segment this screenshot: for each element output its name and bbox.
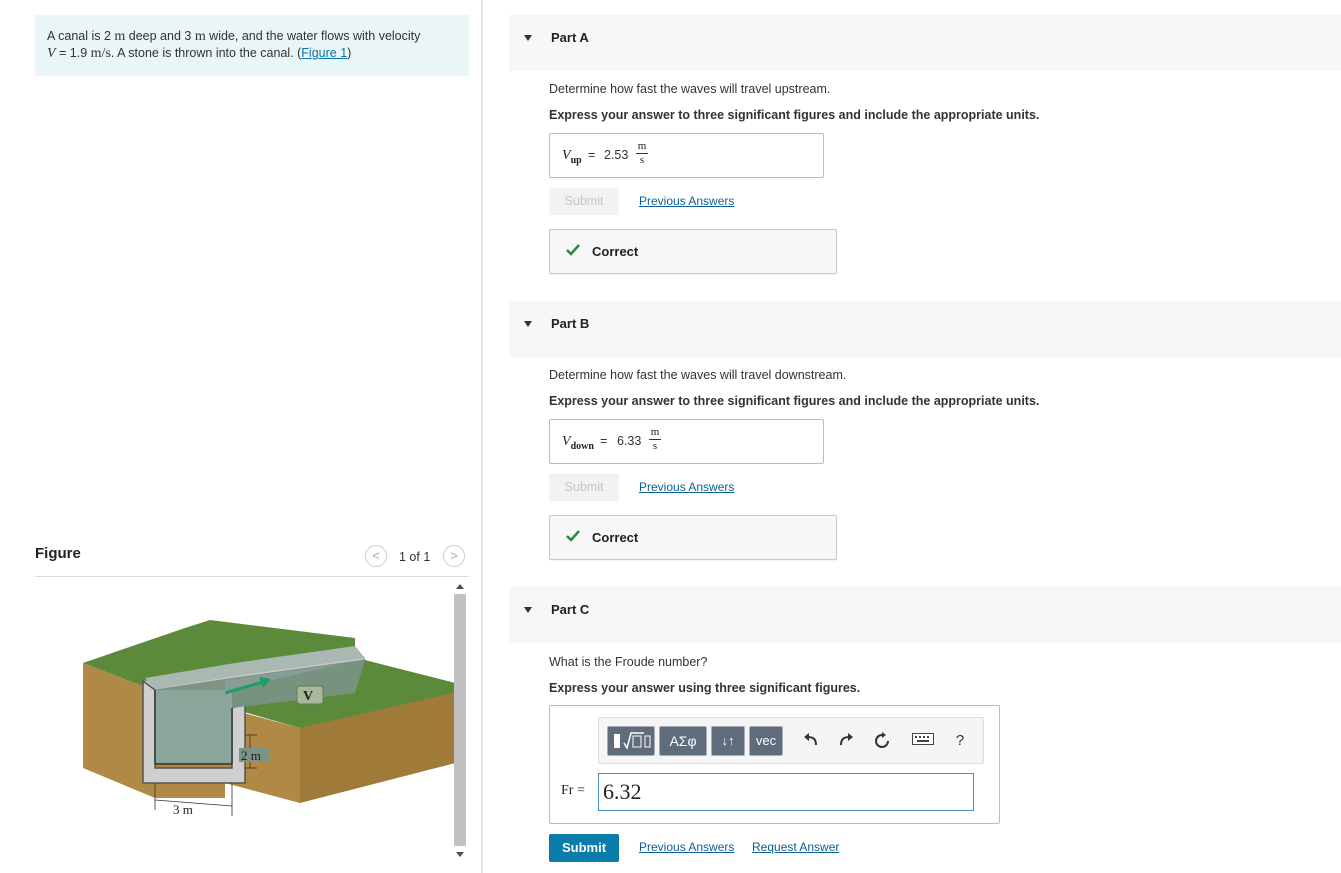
figure-counter: 1 of 1	[399, 550, 431, 564]
collapse-triangle-icon	[524, 35, 532, 41]
canal-diagram: V 2 m 3 m	[83, 620, 455, 817]
part-c-question: What is the Froude number?	[549, 655, 708, 669]
part-a-variable: Vup	[562, 148, 582, 166]
help-icon[interactable]: ?	[951, 732, 969, 750]
chevron-left-icon: <	[372, 548, 380, 563]
part-c-submit-button[interactable]: Submit	[549, 834, 619, 862]
keyboard-icon[interactable]	[911, 732, 935, 750]
scroll-thumb[interactable]	[454, 594, 466, 846]
width-label: 3 m	[173, 802, 193, 817]
part-c-label: Part C	[551, 602, 590, 617]
fraction-radical-icon	[614, 732, 651, 750]
part-a-answer-box[interactable]: Vup = 2.53 ms	[549, 133, 824, 178]
redo-icon[interactable]	[837, 732, 855, 750]
froude-variable-label: Fr =	[561, 783, 585, 798]
part-b-unit: ms	[649, 426, 661, 452]
undo-icon[interactable]	[802, 732, 820, 750]
sub-superscript-button[interactable]: ↓↑	[711, 726, 745, 756]
chevron-right-icon: >	[450, 548, 458, 563]
part-b-label: Part B	[551, 316, 590, 331]
collapse-triangle-icon	[524, 607, 532, 613]
part-b-answer-box[interactable]: Vdown = 6.33 ms	[549, 419, 824, 464]
velocity-label: V	[303, 689, 313, 704]
scroll-down-icon[interactable]	[456, 852, 464, 857]
collapse-triangle-icon	[524, 321, 532, 327]
part-b-question: Determine how fast the waves will travel…	[549, 368, 847, 382]
part-c-header[interactable]: Part C	[509, 587, 1341, 643]
check-icon	[566, 244, 580, 256]
part-c-request-answer-link[interactable]: Request Answer	[752, 840, 839, 854]
froude-answer-input[interactable]: 6.32	[598, 773, 974, 811]
depth-label: 2 m	[241, 748, 261, 763]
figure-link[interactable]: Figure 1	[301, 46, 347, 60]
part-a-value: 2.53	[604, 148, 629, 162]
figure-scrollbar[interactable]	[452, 580, 466, 865]
part-a-submit-button[interactable]: Submit	[549, 188, 619, 215]
figure-next-button[interactable]: >	[443, 545, 465, 567]
greek-symbols-button[interactable]: ΑΣφ	[659, 726, 707, 756]
part-a-previous-answers-link[interactable]: Previous Answers	[639, 194, 734, 208]
part-c-previous-answers-link[interactable]: Previous Answers	[639, 840, 734, 854]
part-a-instruction: Express your answer to three significant…	[549, 108, 1040, 122]
part-b-result: Correct	[549, 515, 837, 560]
figure-prev-button[interactable]: <	[365, 545, 387, 567]
part-b-value: 6.33	[617, 434, 642, 448]
part-a-header[interactable]: Part A	[509, 15, 1341, 71]
math-toolbar: ΑΣφ ↓↑ vec ?	[598, 717, 984, 764]
part-c-answer-editor: ΑΣφ ↓↑ vec ? Fr = 6.32	[549, 705, 1000, 824]
part-a-question: Determine how fast the waves will travel…	[549, 82, 831, 96]
scroll-up-icon[interactable]	[456, 584, 464, 589]
part-b-variable: Vdown	[562, 434, 594, 452]
vector-button[interactable]: vec	[749, 726, 783, 756]
part-b-previous-answers-link[interactable]: Previous Answers	[639, 480, 734, 494]
part-b-submit-button[interactable]: Submit	[549, 474, 619, 501]
figure-title: Figure	[35, 545, 81, 562]
templates-button[interactable]	[607, 726, 655, 756]
figure-header: Figure < 1 of 1 >	[35, 545, 469, 577]
part-a-result: Correct	[549, 229, 837, 274]
part-b-instruction: Express your answer to three significant…	[549, 394, 1040, 408]
part-c-instruction: Express your answer using three signific…	[549, 681, 861, 695]
reset-icon[interactable]	[873, 732, 891, 750]
part-a-unit: ms	[636, 140, 648, 166]
check-icon	[566, 530, 580, 542]
part-b-header[interactable]: Part B	[509, 301, 1341, 357]
panel-divider	[481, 0, 483, 873]
part-a-label: Part A	[551, 30, 589, 45]
problem-statement: A canal is 2 m deep and 3 m wide, and th…	[35, 15, 469, 76]
figure-image: V 2 m 3 m	[35, 578, 455, 868]
